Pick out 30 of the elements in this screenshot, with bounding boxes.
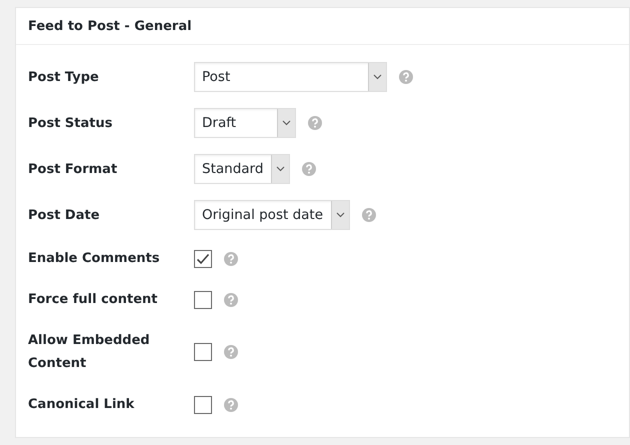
dropdown-select[interactable]: Draft [194, 108, 296, 138]
check-icon [196, 252, 210, 264]
checkbox[interactable] [194, 250, 212, 268]
panel-title: Feed to Post - General [28, 18, 192, 34]
field-label: Force full content [28, 291, 158, 309]
caret-icon [368, 63, 386, 91]
field-label: Canonical Link [28, 396, 136, 414]
help-icon[interactable] [362, 208, 376, 222]
field-label: Post Format [28, 160, 118, 178]
help-icon[interactable] [308, 116, 322, 130]
field-label: Post Type [28, 68, 100, 86]
help-icon[interactable] [399, 70, 413, 84]
help-icon[interactable] [224, 345, 238, 359]
dropdown-select[interactable]: Standard [194, 154, 290, 184]
field-label: Post Status [28, 114, 114, 132]
field-label: Enable Comments [28, 250, 160, 268]
caret-icon [271, 155, 290, 183]
checkbox[interactable] [194, 290, 212, 308]
caret-icon [331, 201, 350, 229]
field-label: Allow Embedded Content [28, 332, 151, 373]
help-icon[interactable] [224, 292, 238, 306]
dropdown-select[interactable]: Post [194, 62, 387, 92]
checkbox[interactable] [194, 396, 212, 414]
help-icon[interactable] [224, 398, 238, 412]
help-icon[interactable] [302, 162, 316, 176]
help-icon[interactable] [224, 252, 238, 266]
caret-icon [277, 109, 295, 137]
field-label: Post Date [28, 206, 101, 224]
checkbox[interactable] [194, 343, 212, 361]
dropdown-select[interactable]: Original post date [194, 200, 350, 230]
